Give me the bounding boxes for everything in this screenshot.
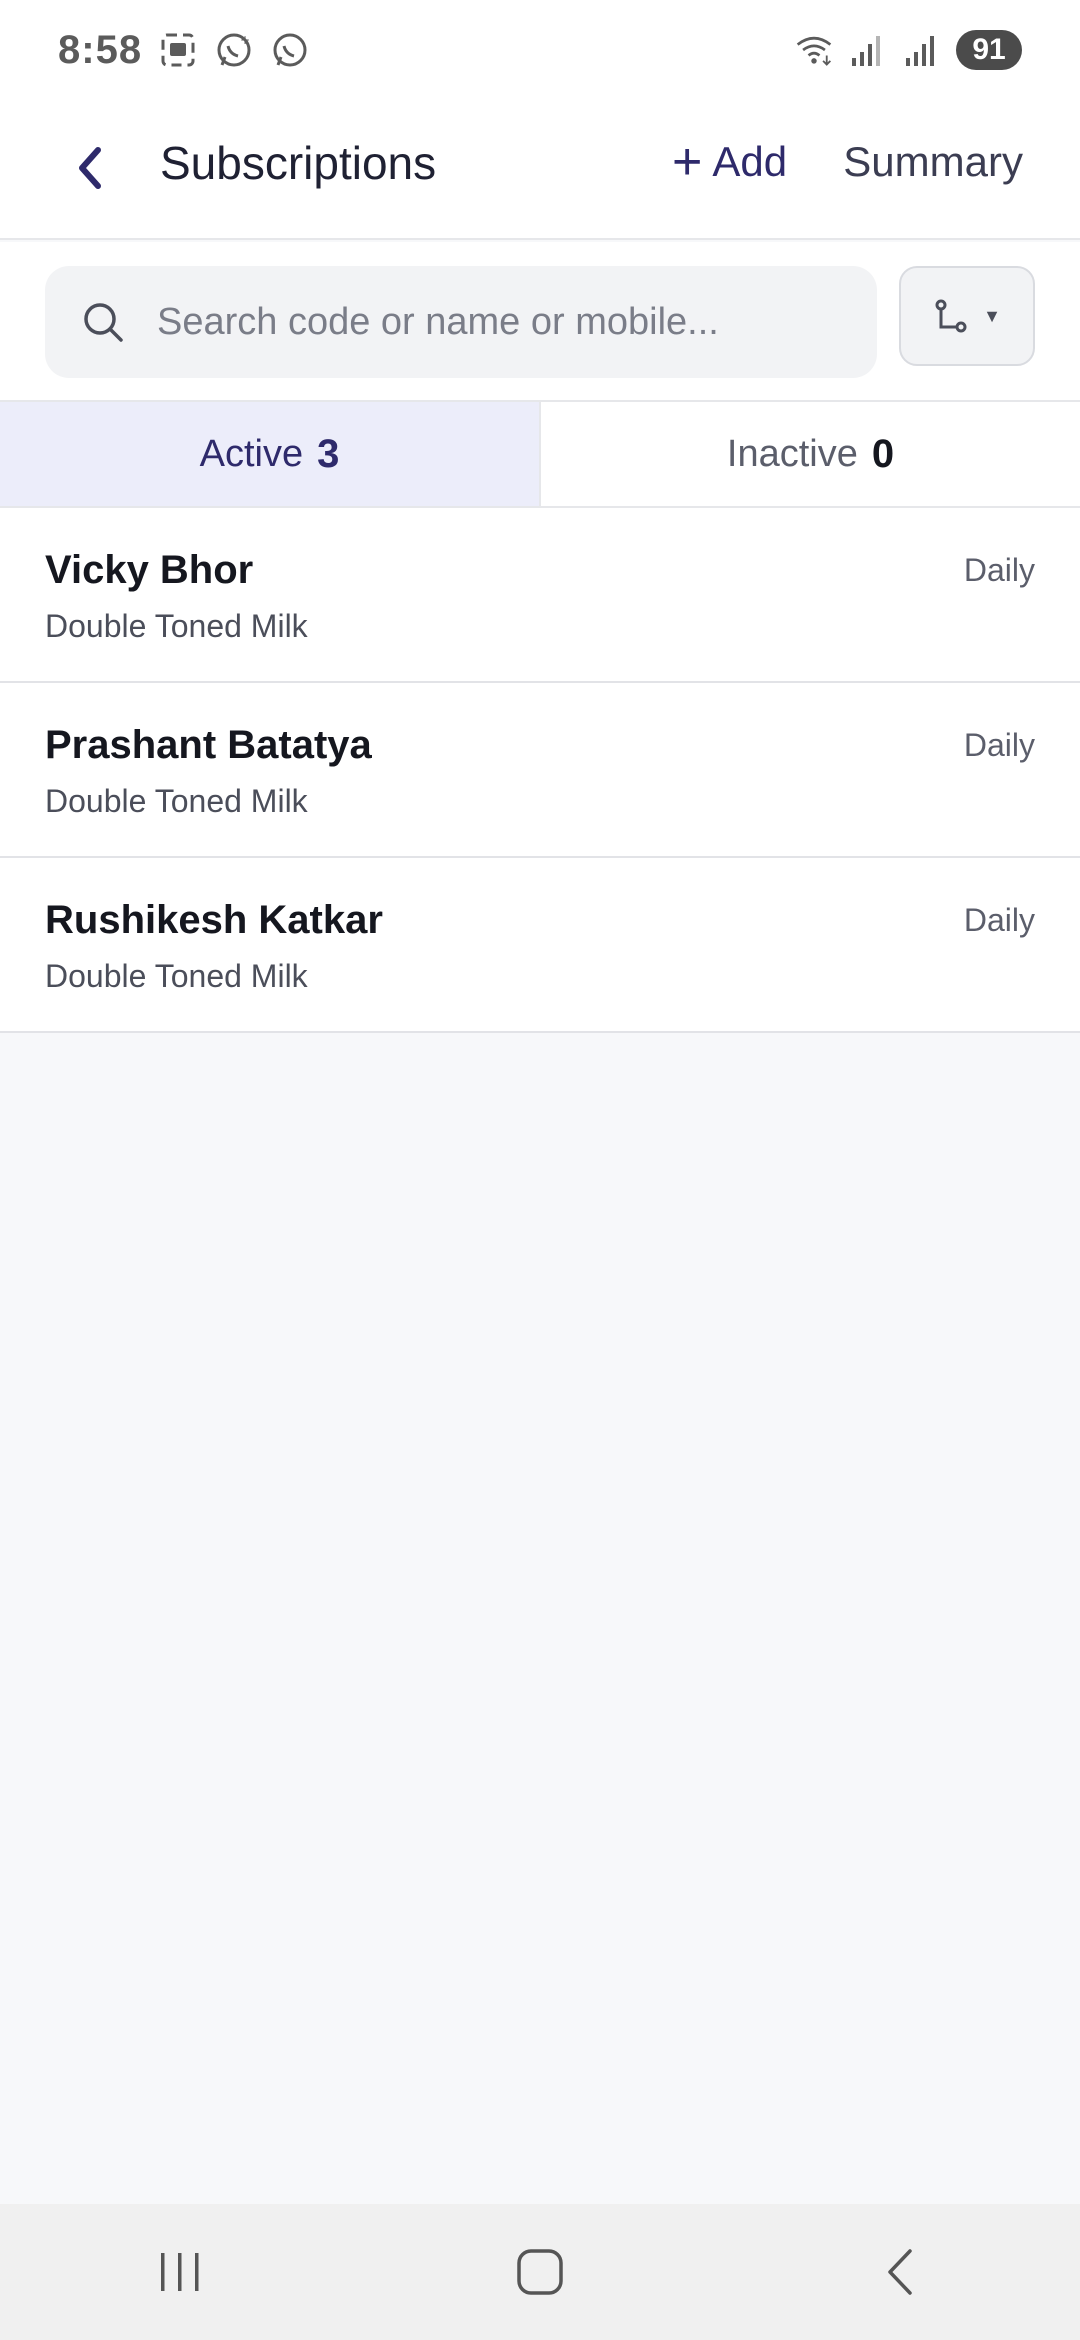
page-title: Subscriptions [160, 137, 437, 189]
route-filter-button[interactable]: ▼ [899, 266, 1035, 366]
recent-apps-button[interactable] [120, 2222, 240, 2322]
plus-icon: + [672, 133, 703, 191]
status-bar: 8:58 + 91 [0, 0, 1080, 100]
frequency-label: Daily [963, 902, 1035, 938]
tab-count: 3 [317, 431, 340, 476]
customer-name: Vicky Bhor [45, 548, 254, 592]
chevron-left-icon [888, 2249, 912, 2295]
svg-text:+: + [240, 33, 250, 47]
add-button-label: Add [712, 138, 788, 185]
frequency-label: Daily [963, 727, 1035, 763]
product-name: Double Toned Milk [45, 783, 308, 819]
status-time: 8:58 [58, 27, 143, 72]
home-icon [517, 2249, 563, 2295]
list-item[interactable]: Prashant Batatya Double Toned Milk Daily [0, 683, 1080, 858]
search-input[interactable] [157, 266, 857, 378]
whatsapp-business-icon: + [214, 30, 254, 70]
list-item[interactable]: Rushikesh Katkar Double Toned Milk Daily [0, 858, 1080, 1033]
system-back-button[interactable] [840, 2222, 960, 2322]
signal-icon [902, 30, 942, 70]
product-name: Double Toned Milk [45, 608, 308, 644]
search-row: ▼ [0, 242, 1080, 400]
screen: 8:58 + 91 Subscriptions + Add Summary Se… [0, 0, 1080, 2340]
tab-inactive[interactable]: Inactive 0 [541, 402, 1080, 506]
status-tabs: Active 3 Inactive 0 [0, 400, 1080, 508]
signal-icon [848, 30, 888, 70]
route-icon [935, 299, 967, 333]
subscription-list: Vicky Bhor Double Toned Milk Daily Prash… [0, 508, 1080, 1033]
frequency-label: Daily [963, 552, 1035, 588]
home-button[interactable] [480, 2222, 600, 2322]
customer-name: Prashant Batatya [45, 723, 372, 767]
screenshot-icon [158, 30, 198, 70]
back-button[interactable] [60, 138, 120, 198]
whatsapp-icon [270, 30, 310, 70]
list-item[interactable]: Vicky Bhor Double Toned Milk Daily [0, 508, 1080, 683]
search-box[interactable] [45, 266, 877, 378]
search-icon [84, 303, 123, 342]
tab-count: 0 [871, 431, 895, 476]
tab-active[interactable]: Active 3 [0, 402, 541, 506]
tab-label: Inactive [726, 432, 858, 475]
tab-label: Active [199, 432, 304, 475]
wifi-icon [794, 30, 834, 70]
status-right: 91 [794, 30, 1022, 70]
app-bar: Subscriptions + Add Summary [0, 100, 1080, 240]
system-nav-bar [0, 2204, 1080, 2340]
status-left: 8:58 + [58, 28, 310, 73]
chevron-left-icon [79, 147, 101, 189]
summary-button[interactable]: Summary [843, 138, 1023, 186]
add-button[interactable]: + Add [672, 136, 787, 188]
battery-indicator: 91 [956, 30, 1022, 70]
recent-apps-icon [161, 2253, 199, 2291]
product-name: Double Toned Milk [45, 958, 308, 994]
customer-name: Rushikesh Katkar [45, 898, 383, 942]
caret-down-icon: ▼ [983, 305, 1001, 326]
